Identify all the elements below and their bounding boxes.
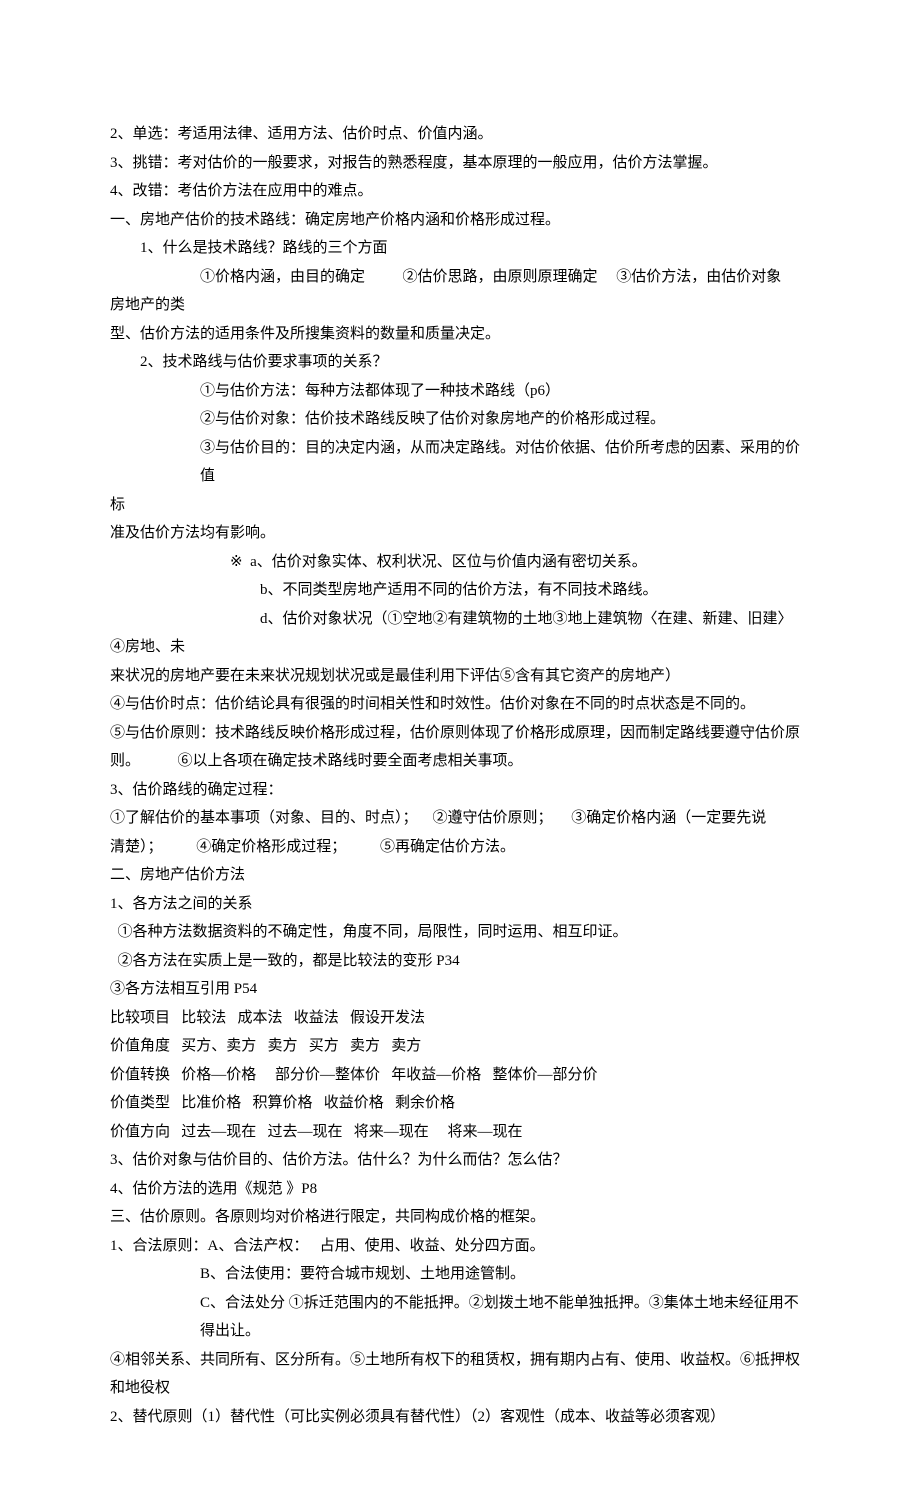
text-line: ①了解估价的基本事项（对象、目的、时点）； ②遵守估价原则； ③确定价格内涵（一… bbox=[110, 804, 810, 833]
text-line: 2、单选：考适用法律、适用方法、估价时点、价值内涵。 bbox=[110, 120, 810, 149]
text-line: 3、挑错：考对估价的一般要求，对报告的熟悉程度，基本原理的一般应用，估价方法掌握… bbox=[110, 149, 810, 178]
text-line: ①各种方法数据资料的不确定性，角度不同，局限性，同时运用、相互印证。 bbox=[110, 918, 810, 947]
text-line: ③与估价目的：目的决定内涵，从而决定路线。对估价依据、估价所考虑的因素、采用的价… bbox=[110, 434, 810, 491]
text-line: 标 bbox=[110, 491, 810, 520]
text-line: 价值方向 过去—现在 过去—现在 将来—现在 将来—现在 bbox=[110, 1118, 810, 1147]
text-line: 三、估价原则。各原则均对价格进行限定，共同构成价格的框架。 bbox=[110, 1203, 810, 1232]
text-line: ④相邻关系、共同所有、区分所有。⑤土地所有权下的租赁权，拥有期内占有、使用、收益… bbox=[110, 1346, 810, 1375]
text-line: ※ a、估价对象实体、权利状况、区位与价值内涵有密切关系。 bbox=[110, 548, 810, 577]
text-line: 2、技术路线与估价要求事项的关系？ bbox=[110, 348, 810, 377]
text-line: C、合法处分 ①拆迁范围内的不能抵押。②划拨土地不能单独抵押。③集体土地未经征用… bbox=[110, 1289, 810, 1346]
text-line: ①价格内涵，由目的确定 ②估价思路，由原则原理确定 ③估价方法，由估价对象 bbox=[110, 263, 810, 292]
text-line: 价值转换 价格—价格 部分价—整体价 年收益—价格 整体价—部分价 bbox=[110, 1061, 810, 1090]
text-line: 3、估价对象与估价目的、估价方法。估什么？为什么而估？怎么估？ bbox=[110, 1146, 810, 1175]
text-line: 来状况的房地产要在未来状况规划状况或是最佳利用下评估⑤含有其它资产的房地产） bbox=[110, 662, 810, 691]
text-line: 价值类型 比准价格 积算价格 收益价格 剩余价格 bbox=[110, 1089, 810, 1118]
text-line: ④房地、未 bbox=[110, 633, 810, 662]
text-line: 准及估价方法均有影响。 bbox=[110, 519, 810, 548]
text-line: 清楚）； ④确定价格形成过程； ⑤再确定估价方法。 bbox=[110, 833, 810, 862]
text-line: ③各方法相互引用 P54 bbox=[110, 975, 810, 1004]
text-line: 价值角度 买方、卖方 卖方 买方 卖方 卖方 bbox=[110, 1032, 810, 1061]
text-line: 和地役权 bbox=[110, 1374, 810, 1403]
text-line: ⑤与估价原则：技术路线反映价格形成过程，估价原则体现了价格形成原理，因而制定路线… bbox=[110, 719, 810, 748]
text-line: 一、房地产估价的技术路线：确定房地产价格内涵和价格形成过程。 bbox=[110, 206, 810, 235]
text-line: B、合法使用：要符合城市规划、土地用途管制。 bbox=[110, 1260, 810, 1289]
document-body: 2、单选：考适用法律、适用方法、估价时点、价值内涵。3、挑错：考对估价的一般要求… bbox=[110, 120, 810, 1431]
text-line: ②与估价对象：估价技术路线反映了估价对象房地产的价格形成过程。 bbox=[110, 405, 810, 434]
text-line: 则。 ⑥以上各项在确定技术路线时要全面考虑相关事项。 bbox=[110, 747, 810, 776]
text-line: 3、估价路线的确定过程： bbox=[110, 776, 810, 805]
text-line: 房地产的类 bbox=[110, 291, 810, 320]
text-line: 1、各方法之间的关系 bbox=[110, 890, 810, 919]
text-line: 4、改错：考估价方法在应用中的难点。 bbox=[110, 177, 810, 206]
text-line: 2、替代原则（1）替代性（可比实例必须具有替代性）（2）客观性（成本、收益等必须… bbox=[110, 1403, 810, 1432]
text-line: ④与估价时点：估价结论具有很强的时间相关性和时效性。估价对象在不同的时点状态是不… bbox=[110, 690, 810, 719]
text-line: 4、估价方法的选用《规范 》P8 bbox=[110, 1175, 810, 1204]
text-line: 型、估价方法的适用条件及所搜集资料的数量和质量决定。 bbox=[110, 320, 810, 349]
text-line: d、估价对象状况（①空地②有建筑物的土地③地上建筑物〈在建、新建、旧建〉 bbox=[110, 605, 810, 634]
text-line: ②各方法在实质上是一致的，都是比较法的变形 P34 bbox=[110, 947, 810, 976]
text-line: 1、什么是技术路线？路线的三个方面 bbox=[110, 234, 810, 263]
text-line: 1、合法原则：A、合法产权： 占用、使用、收益、处分四方面。 bbox=[110, 1232, 810, 1261]
text-line: 二、房地产估价方法 bbox=[110, 861, 810, 890]
text-line: ①与估价方法：每种方法都体现了一种技术路线（p6） bbox=[110, 377, 810, 406]
text-line: 比较项目 比较法 成本法 收益法 假设开发法 bbox=[110, 1004, 810, 1033]
text-line: b、不同类型房地产适用不同的估价方法，有不同技术路线。 bbox=[110, 576, 810, 605]
